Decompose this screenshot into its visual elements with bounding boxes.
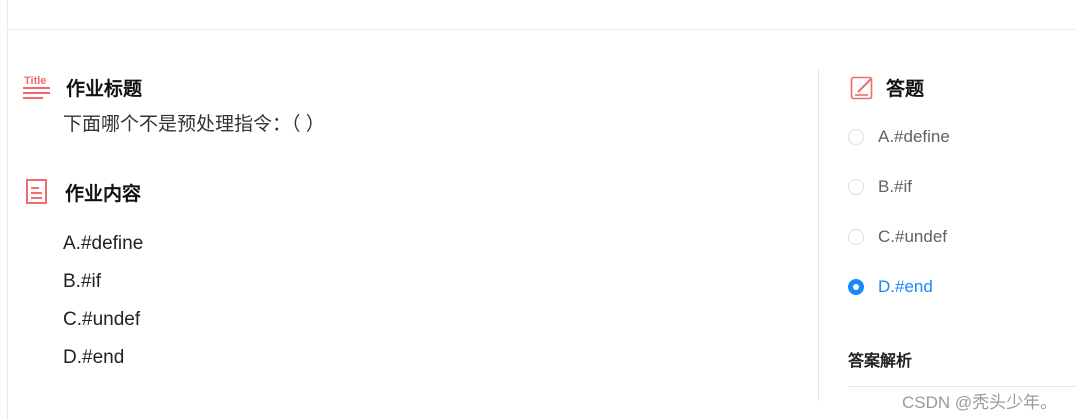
homework-title-heading: 作业标题 [66, 78, 143, 100]
content-option-c: C.#undef [63, 309, 141, 330]
answer-header: 答题 [850, 74, 924, 101]
page-frame [7, 0, 1076, 419]
homework-content-heading: 作业内容 [65, 183, 142, 205]
answer-choice-label[interactable]: C.#undef [878, 227, 947, 247]
radio-button[interactable] [848, 229, 864, 245]
radio-dot [853, 284, 859, 290]
radio-button[interactable] [848, 129, 864, 145]
homework-title-header: Title 作业标题 [23, 73, 142, 101]
edit-icon [850, 75, 876, 101]
title-icon: Title [23, 73, 51, 101]
analysis-divider [848, 386, 1076, 387]
column-divider [818, 70, 819, 401]
content-option-b: B.#if [63, 271, 102, 292]
answer-choice-d[interactable]: D.#end [848, 277, 933, 297]
answer-choice-b[interactable]: B.#if [848, 177, 912, 197]
homework-content-header: 作业内容 [25, 178, 141, 206]
answer-heading: 答题 [886, 79, 925, 100]
document-icon [25, 178, 49, 206]
answer-choice-label[interactable]: A.#define [878, 127, 950, 147]
question-text: 下面哪个不是预处理指令：（ ） [63, 114, 325, 135]
answer-analysis-heading: 答案解析 [848, 353, 913, 370]
watermark: CSDN @秃头少年。 [902, 393, 1058, 412]
radio-button-checked[interactable] [848, 279, 864, 295]
radio-button[interactable] [848, 179, 864, 195]
top-bar [7, 0, 1076, 30]
answer-choice-a[interactable]: A.#define [848, 127, 950, 147]
svg-text:Title: Title [24, 75, 46, 87]
answer-choice-label[interactable]: D.#end [878, 277, 933, 297]
content-option-a: A.#define [63, 233, 144, 254]
answer-choice-c[interactable]: C.#undef [848, 227, 947, 247]
content-option-d: D.#end [63, 347, 125, 368]
answer-choice-label[interactable]: B.#if [878, 177, 912, 197]
